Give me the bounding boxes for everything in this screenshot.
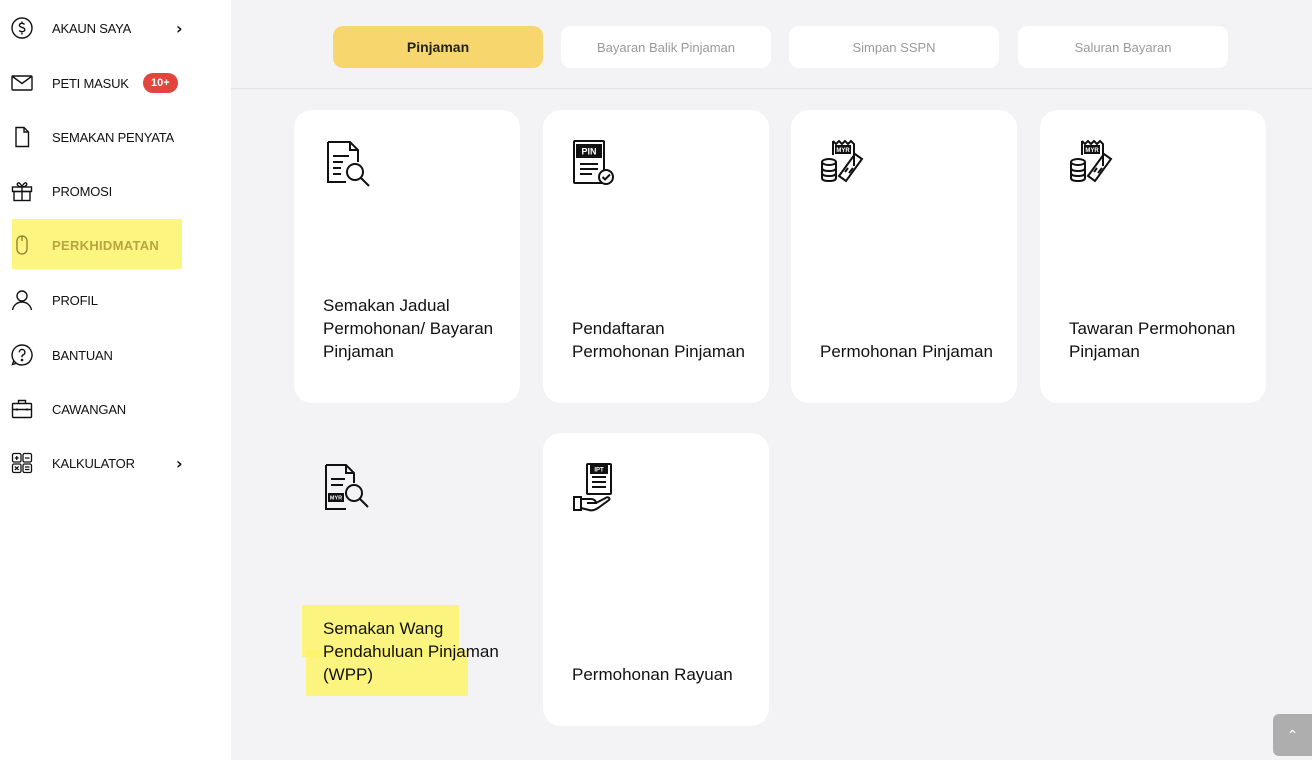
svg-text:IPT: IPT bbox=[594, 468, 604, 474]
sidebar-item-kalkulator[interactable]: KALKULATOR › bbox=[0, 443, 230, 483]
document-search-icon bbox=[322, 138, 374, 190]
sidebar-item-label: BANTUAN bbox=[52, 347, 113, 363]
tab-pinjaman[interactable]: Pinjaman bbox=[333, 26, 543, 68]
sidebar-item-peti-masuk[interactable]: PETI MASUK 10+ bbox=[0, 63, 230, 103]
sidebar-item-semakan-penyata[interactable]: SEMAKAN PENYATA bbox=[0, 117, 230, 157]
card-tawaran-permohonan[interactable]: MYR Tawaran Permohonan Pinjaman bbox=[1040, 110, 1266, 403]
sidebar-item-label: PROFIL bbox=[52, 292, 98, 308]
sidebar-item-label: PROMOSI bbox=[52, 183, 112, 199]
card-label: Semakan Wang Pendahuluan Pinjaman (WPP) bbox=[323, 619, 499, 684]
chevron-right-icon: › bbox=[176, 453, 183, 473]
sidebar: AKAUN SAYA › PETI MASUK 10+ SEMAKAN PENY… bbox=[0, 0, 230, 760]
card-label: Tawaran Permohonan Pinjaman bbox=[1069, 319, 1236, 361]
sidebar-item-akaun-saya[interactable]: AKAUN SAYA › bbox=[0, 8, 230, 48]
svg-text:MYR: MYR bbox=[330, 496, 342, 502]
dollar-circle-icon bbox=[10, 16, 34, 40]
sidebar-item-label: AKAUN SAYA bbox=[52, 20, 132, 36]
sidebar-item-label: PERKHIDMATAN bbox=[52, 237, 160, 253]
sidebar-item-bantuan[interactable]: BANTUAN bbox=[0, 335, 230, 375]
card-pendaftaran-permohonan[interactable]: PIN Pendaftaran Permohonan Pinjaman bbox=[543, 110, 769, 403]
user-icon bbox=[10, 288, 34, 312]
sidebar-item-label: KALKULATOR bbox=[52, 455, 135, 471]
unread-count-badge: 10+ bbox=[143, 73, 178, 93]
pin-document-icon: PIN bbox=[571, 138, 623, 190]
card-permohonan-rayuan[interactable]: IPT Permohonan Rayuan bbox=[543, 433, 769, 726]
mouse-icon bbox=[10, 233, 34, 257]
tab-simpan-sspn[interactable]: Simpan SSPN bbox=[789, 26, 999, 68]
chevron-up-icon: ⌃ bbox=[1286, 726, 1299, 743]
card-permohonan-pinjaman[interactable]: MYR Permohonan Pinjaman bbox=[791, 110, 1017, 403]
card-label: Pendaftaran Permohonan Pinjaman bbox=[572, 319, 745, 361]
document-icon bbox=[10, 125, 34, 149]
sidebar-item-profil[interactable]: PROFIL bbox=[0, 280, 230, 320]
myr-document-search-icon: MYR bbox=[322, 461, 374, 513]
briefcase-icon bbox=[10, 397, 34, 421]
sidebar-item-perkhidmatan[interactable]: PERKHIDMATAN bbox=[0, 225, 230, 265]
card-semakan-jadual[interactable]: Semakan Jadual Permohonan/ Bayaran Pinja… bbox=[294, 110, 520, 403]
myr-receipt-coins-icon: MYR bbox=[1068, 138, 1120, 190]
sidebar-item-label: CAWANGAN bbox=[52, 401, 126, 417]
calculator-icon bbox=[10, 451, 34, 475]
svg-text:PIN: PIN bbox=[581, 147, 596, 157]
help-circle-icon bbox=[10, 343, 34, 367]
sidebar-item-cawangan[interactable]: CAWANGAN bbox=[0, 389, 230, 429]
tab-saluran-bayaran[interactable]: Saluran Bayaran bbox=[1018, 26, 1228, 68]
svg-text:MYR: MYR bbox=[836, 148, 850, 154]
card-semakan-wang-pendahuluan[interactable]: MYR Semakan Wang Pendahuluan Pinjaman (W… bbox=[294, 433, 520, 726]
tab-bayaran-balik-pinjaman[interactable]: Bayaran Balik Pinjaman bbox=[561, 26, 771, 68]
chevron-right-icon: › bbox=[176, 18, 183, 38]
sidebar-item-label: PETI MASUK bbox=[52, 75, 129, 91]
sidebar-item-label: SEMAKAN PENYATA bbox=[52, 129, 174, 145]
sidebar-item-promosi[interactable]: PROMOSI bbox=[0, 171, 230, 211]
svg-text:MYR: MYR bbox=[1085, 148, 1099, 154]
card-label: Permohonan Pinjaman bbox=[820, 342, 993, 361]
myr-receipt-coins-icon: MYR bbox=[819, 138, 871, 190]
tab-bar: Pinjaman Bayaran Balik Pinjaman Simpan S… bbox=[231, 0, 1312, 89]
card-label: Permohonan Rayuan bbox=[572, 665, 733, 684]
ipt-document-hand-icon: IPT bbox=[571, 461, 623, 513]
card-label: Semakan Jadual Permohonan/ Bayaran Pinja… bbox=[323, 296, 494, 361]
scroll-to-top-button[interactable]: ⌃ bbox=[1273, 714, 1312, 756]
gift-icon bbox=[10, 179, 34, 203]
envelope-icon bbox=[10, 71, 34, 95]
